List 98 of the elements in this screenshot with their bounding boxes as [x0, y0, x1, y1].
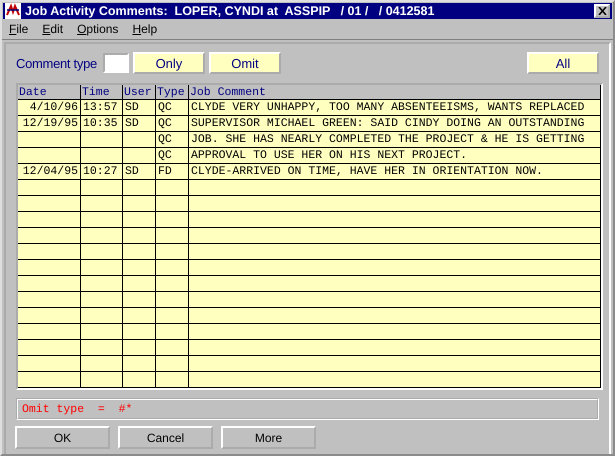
table-cell	[18, 324, 81, 340]
table-cell	[81, 308, 123, 324]
table-cell	[81, 180, 123, 196]
table-cell	[156, 308, 189, 324]
table-cell	[81, 340, 123, 356]
table-cell	[156, 324, 189, 340]
column-header: Time	[81, 85, 123, 100]
table-cell	[123, 260, 156, 276]
dialog-button[interactable]: Cancel	[118, 426, 213, 449]
table-cell	[123, 324, 156, 340]
table-cell	[18, 196, 81, 212]
table-cell	[81, 228, 123, 244]
table-cell	[18, 276, 81, 292]
table-cell	[123, 276, 156, 292]
table-cell	[81, 212, 123, 228]
table-cell	[123, 148, 156, 164]
menu-item[interactable]: Edit	[42, 22, 64, 36]
table-cell	[18, 260, 81, 276]
table-cell	[156, 372, 189, 388]
table-cell	[123, 372, 156, 388]
table-cell: CLYDE-ARRIVED ON TIME, HAVE HER IN ORIENTATION NOW.	[189, 164, 601, 180]
table-cell: 10:35	[81, 116, 123, 132]
table-cell	[81, 148, 123, 164]
table-cell	[18, 292, 81, 308]
table-cell	[18, 244, 81, 260]
table-cell	[81, 356, 123, 372]
column-header: Job Comment	[189, 85, 601, 100]
table-cell	[156, 340, 189, 356]
comment-type-label: Comment type	[16, 56, 97, 70]
table-cell: SUPERVISOR MICHAEL GREEN: SAID CINDY DOING AN OUTSTANDING	[189, 116, 601, 132]
table-cell	[156, 180, 189, 196]
table-cell	[123, 340, 156, 356]
table-cell	[156, 228, 189, 244]
table-cell	[18, 356, 81, 372]
table-cell	[156, 356, 189, 372]
table-cell	[18, 212, 81, 228]
table-cell: SD	[123, 100, 156, 116]
menu-item[interactable]: Options	[77, 22, 118, 36]
column-header: Type	[156, 85, 189, 100]
table-cell	[123, 244, 156, 260]
table-cell	[123, 356, 156, 372]
table-cell	[123, 308, 156, 324]
table-cell	[123, 132, 156, 148]
table-cell: 12/19/95	[18, 116, 81, 132]
table-cell	[18, 340, 81, 356]
table-cell	[156, 276, 189, 292]
table-cell: JOB. SHE HAS NEARLY COMPLETED THE PROJECT & HE IS GETTING	[189, 132, 601, 148]
dialog-button[interactable]: OK	[15, 426, 110, 449]
close-button[interactable]	[594, 4, 610, 18]
comment-type-field[interactable]	[102, 53, 129, 73]
table-cell: 10:27	[81, 164, 123, 180]
table-cell	[18, 180, 81, 196]
omit-type-text: Omit type = #*	[22, 402, 132, 416]
table-cell	[18, 148, 81, 164]
table-cell	[81, 324, 123, 340]
table-cell	[156, 196, 189, 212]
table-cell: SD	[123, 164, 156, 180]
table-cell	[81, 292, 123, 308]
table-cell	[156, 244, 189, 260]
table-cell: SD	[123, 116, 156, 132]
table-cell	[123, 228, 156, 244]
table-cell	[123, 180, 156, 196]
table-cell	[156, 260, 189, 276]
table-cell: 13:57	[81, 100, 123, 116]
menu-item[interactable]: Help	[132, 22, 158, 36]
window-title: Job Activity Comments: LOPER, CYNDI at ASSPIP / 01 / / 0412581	[25, 4, 436, 18]
table-cell	[123, 212, 156, 228]
column-header: User	[123, 85, 156, 100]
table-cell: QC	[156, 132, 189, 148]
table-cell: FD	[156, 164, 189, 180]
table-cell: APPROVAL TO USE HER ON HIS NEXT PROJECT.	[189, 148, 601, 164]
table-cell	[156, 292, 189, 308]
table-cell	[156, 212, 189, 228]
table-cell	[81, 244, 123, 260]
table-cell: 12/04/95	[18, 164, 81, 180]
close-icon	[598, 7, 606, 15]
table-cell	[81, 260, 123, 276]
filter-button[interactable]: Only	[132, 52, 205, 74]
table-cell	[81, 196, 123, 212]
table-cell: QC	[156, 100, 189, 116]
dialog-button[interactable]: More	[221, 426, 316, 449]
column-header: Date	[18, 85, 81, 100]
table-cell: CLYDE VERY UNHAPPY, TOO MANY ABSENTEEISMS, WANTS REPLACED	[189, 100, 601, 116]
table-cell	[18, 132, 81, 148]
all-button[interactable]: All	[527, 52, 599, 74]
table-cell	[18, 372, 81, 388]
table-cell: QC	[156, 148, 189, 164]
table-cell	[81, 276, 123, 292]
table-cell	[81, 132, 123, 148]
table-cell	[123, 292, 156, 308]
table-cell	[18, 308, 81, 324]
table-cell	[123, 196, 156, 212]
table-cell: QC	[156, 116, 189, 132]
table-cell	[81, 372, 123, 388]
table-cell	[18, 228, 81, 244]
table-cell: 4/10/96	[18, 100, 81, 116]
menu-item[interactable]: File	[9, 22, 28, 36]
filter-button[interactable]: Omit	[208, 52, 281, 74]
